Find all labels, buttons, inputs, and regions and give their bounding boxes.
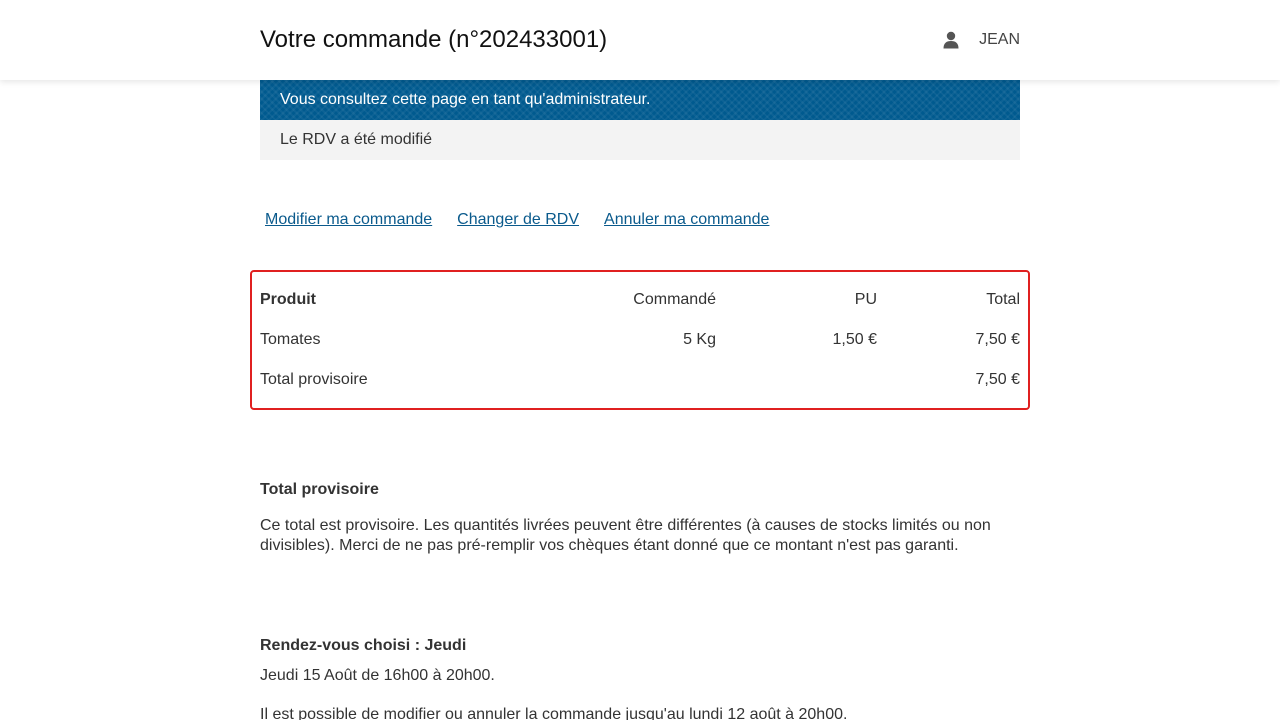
header-commande: Commandé xyxy=(633,291,716,308)
table-header-row: Produit Commandé PU Total xyxy=(260,280,1020,320)
user-icon[interactable] xyxy=(943,31,959,49)
cell-commande: 5 Kg xyxy=(683,331,716,348)
cell-pu: 1,50 € xyxy=(832,331,877,348)
info-banner: Le RDV a été modifié xyxy=(260,120,1020,160)
user-menu[interactable]: JEAN xyxy=(943,30,1020,50)
table-row: Tomates 5 Kg 1,50 € 7,50 € xyxy=(260,320,1020,360)
rdv-section-title: Rendez-vous choisi : Jeudi xyxy=(260,637,467,654)
change-rdv-link[interactable]: Changer de RDV xyxy=(452,209,584,231)
modify-order-link[interactable]: Modifier ma commande xyxy=(260,209,437,231)
footer-empty-commande xyxy=(540,360,716,400)
top-bar-inner: Votre commande (n°202433001) JEAN xyxy=(260,0,1020,80)
rdv-date-text: Jeudi 15 Août de 16h00 à 20h00. xyxy=(260,667,495,684)
header-total: Total xyxy=(986,291,1020,308)
order-actions: Modifier ma commande Changer de RDV Annu… xyxy=(260,209,789,231)
header-pu: PU xyxy=(854,291,877,308)
order-summary-box: Produit Commandé PU Total Tomates 5 Kg 1… xyxy=(250,270,1030,410)
footer-label: Total provisoire xyxy=(260,371,368,388)
total-section-text: Ce total est provisoire. Les quantités l… xyxy=(260,517,991,554)
footer-total: 7,50 € xyxy=(975,371,1020,388)
user-name[interactable]: JEAN xyxy=(979,31,1020,49)
table-footer-row: Total provisoire 7,50 € xyxy=(260,360,1020,400)
cell-total: 7,50 € xyxy=(975,331,1020,348)
top-bar: Votre commande (n°202433001) JEAN xyxy=(0,0,1280,80)
page-title: Votre commande (n°202433001) xyxy=(260,26,608,53)
total-section-title: Total provisoire xyxy=(260,481,379,498)
rdv-deadline-text: Il est possible de modifier ou annuler l… xyxy=(260,706,848,720)
cancel-order-link[interactable]: Annuler ma commande xyxy=(599,209,774,231)
order-table: Produit Commandé PU Total Tomates 5 Kg 1… xyxy=(260,280,1020,400)
footer-empty-pu xyxy=(716,360,877,400)
header-produit: Produit xyxy=(260,291,316,308)
admin-banner: Vous consultez cette page en tant qu'adm… xyxy=(260,80,1020,120)
cell-produit: Tomates xyxy=(260,331,321,348)
